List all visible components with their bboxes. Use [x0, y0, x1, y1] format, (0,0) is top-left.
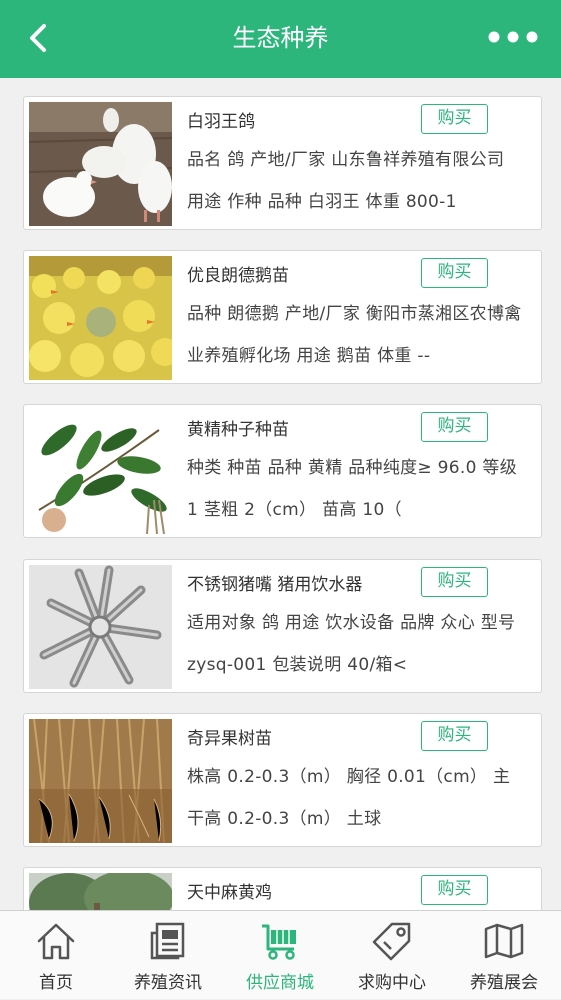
- product-description: 适用对象 鸽 用途 饮水设备 品牌 众心 型号 zysq-001 包装说明 40…: [187, 613, 516, 675]
- tab-label: 求购中心: [358, 973, 426, 993]
- more-dots-icon[interactable]: [487, 28, 539, 46]
- tab-label: 供应商城: [246, 973, 314, 993]
- tree-photo: [29, 873, 172, 910]
- product-name: 黄精种子种苗: [187, 420, 289, 440]
- tab-label: 养殖展会: [470, 973, 538, 993]
- product-card[interactable]: 白羽王鸽 购买 品名 鸽 产地/厂家 山东鲁祥养殖有限公司 用途 作种 品种 白…: [23, 96, 542, 230]
- product-description: 种类 种苗 品种 黄精 品种纯度≥ 96.0 等级 1 茎粗 2（cm） 苗高 …: [187, 458, 518, 520]
- tab-label: 首页: [39, 973, 73, 993]
- buy-button[interactable]: 购买: [421, 412, 488, 442]
- product-card[interactable]: 优良朗德鹅苗 购买 品种 朗德鹅 产地/厂家 衡阳市蒸湘区农博禽业养殖孵化场 用…: [23, 250, 542, 384]
- product-card[interactable]: 天中麻黄鸡 购买: [23, 867, 542, 910]
- page-title: 生态种养: [232, 24, 329, 52]
- product-name: 天中麻黄鸡: [187, 883, 272, 903]
- steel-drinkers-photo: [29, 565, 172, 689]
- product-description: 株高 0.2-0.3（m） 胸径 0.01（cm） 主干高 0.2-0.3（m）…: [187, 767, 511, 829]
- buy-button[interactable]: 购买: [421, 258, 488, 288]
- buy-button[interactable]: 购买: [421, 721, 488, 751]
- product-name: 白羽王鸽: [187, 112, 255, 132]
- product-description: 品名 鸽 产地/厂家 山东鲁祥养殖有限公司 用途 作种 品种 白羽王 体重 80…: [187, 150, 505, 212]
- product-name: 优良朗德鹅苗: [187, 266, 289, 286]
- tab-news[interactable]: 养殖资讯: [112, 911, 224, 1000]
- home-icon: [37, 923, 75, 960]
- tab-expo[interactable]: 养殖展会: [448, 911, 560, 1000]
- polygonatum-seedling-photo: [29, 410, 172, 534]
- product-card[interactable]: 不锈钢猪嘴 猪用饮水器 购买 适用对象 鸽 用途 饮水设备 品牌 众心 型号 z…: [23, 559, 542, 693]
- tab-home[interactable]: 首页: [0, 911, 112, 1000]
- white-pigeons-photo: [29, 102, 172, 226]
- product-name: 不锈钢猪嘴 猪用饮水器: [187, 575, 363, 595]
- goslings-photo: [29, 256, 172, 380]
- buy-button[interactable]: 购买: [421, 875, 488, 905]
- product-name: 奇异果树苗: [187, 729, 272, 749]
- cart-icon: [262, 924, 296, 960]
- news-icon: [150, 922, 185, 960]
- product-description: 品种 朗德鹅 产地/厂家 衡阳市蒸湘区农博禽业养殖孵化场 用途 鹅苗 体重 --: [187, 304, 522, 366]
- product-card[interactable]: 黄精种子种苗 购买 种类 种苗 品种 黄精 品种纯度≥ 96.0 等级 1 茎粗…: [23, 404, 542, 538]
- tab-purchase-center[interactable]: 求购中心: [336, 911, 448, 1000]
- buy-button[interactable]: 购买: [421, 567, 488, 597]
- product-list[interactable]: 白羽王鸽 购买 品名 鸽 产地/厂家 山东鲁祥养殖有限公司 用途 作种 品种 白…: [0, 78, 561, 910]
- map-icon: [484, 923, 524, 959]
- product-card[interactable]: 奇异果树苗 购买 株高 0.2-0.3（m） 胸径 0.01（cm） 主干高 0…: [23, 713, 542, 847]
- tab-supply-mall[interactable]: 供应商城: [224, 911, 336, 1000]
- top-app-bar: 生态种养: [0, 0, 561, 78]
- bottom-tab-bar: 首页 养殖资讯 供应商城 求购中心 养殖展会: [0, 910, 561, 999]
- tab-label: 养殖资讯: [134, 973, 202, 993]
- kiwi-seedlings-photo: [29, 719, 172, 843]
- buy-button[interactable]: 购买: [421, 104, 488, 134]
- tag-icon: [372, 922, 411, 961]
